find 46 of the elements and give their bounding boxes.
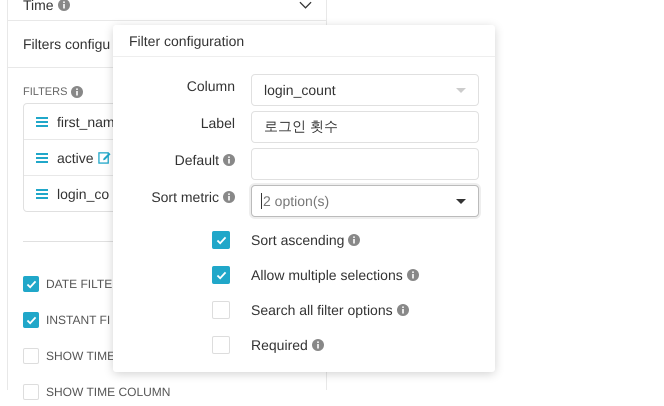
section-title: Time xyxy=(23,0,54,13)
field-label: Label xyxy=(200,115,235,131)
chevron-down-icon[interactable] xyxy=(299,1,312,9)
drag-handle-icon[interactable] xyxy=(36,152,48,162)
filter-name[interactable]: first_nam xyxy=(57,114,115,130)
field-label: Default xyxy=(174,152,219,168)
dropdown-arrow-icon xyxy=(456,198,466,204)
drag-handle-icon[interactable] xyxy=(36,116,48,126)
popover-title: Filter configuration xyxy=(129,32,244,48)
option-label: SHOW TIME xyxy=(46,348,116,364)
edit-icon[interactable] xyxy=(98,151,111,164)
check-icon xyxy=(26,316,36,324)
checkbox-label: Search all filter options xyxy=(251,301,393,319)
dropdown-arrow-icon xyxy=(456,88,466,92)
checkbox-label: Sort ascending xyxy=(251,231,344,249)
checkbox[interactable] xyxy=(212,231,230,249)
section-title: Filters configu xyxy=(23,36,110,52)
info-icon xyxy=(58,0,70,11)
filter-name[interactable]: login_co xyxy=(57,186,110,202)
option-label: DATE FILTE xyxy=(46,276,112,292)
select-field[interactable]: 2 option(s) xyxy=(251,185,479,217)
check-icon xyxy=(26,280,36,288)
checkbox[interactable] xyxy=(212,266,230,284)
filters-label: FILTERS xyxy=(23,86,68,98)
check-icon xyxy=(216,270,226,280)
checkbox[interactable] xyxy=(23,312,39,328)
info-icon xyxy=(223,191,235,203)
info-icon xyxy=(348,234,360,246)
text-field[interactable]: 로그인 횟수 xyxy=(251,111,479,143)
checkbox[interactable] xyxy=(23,276,39,292)
select-field[interactable]: login_count xyxy=(251,74,479,106)
info-icon xyxy=(71,86,84,98)
check-icon xyxy=(216,236,226,244)
filter-name[interactable]: active xyxy=(57,150,94,166)
field-label: Column xyxy=(186,78,235,94)
text-field[interactable] xyxy=(251,148,479,180)
option-label: INSTANT FI xyxy=(46,312,110,328)
checkbox-label: Allow multiple selections xyxy=(251,266,403,284)
info-icon xyxy=(312,339,324,351)
checkbox-label: Required xyxy=(251,336,308,354)
info-icon xyxy=(223,154,235,166)
field-label: Sort metric xyxy=(151,189,219,205)
drag-handle-icon[interactable] xyxy=(36,188,48,198)
option-label: SHOW TIME COLUMN xyxy=(46,384,170,400)
info-icon xyxy=(396,304,409,316)
info-icon xyxy=(406,269,419,281)
